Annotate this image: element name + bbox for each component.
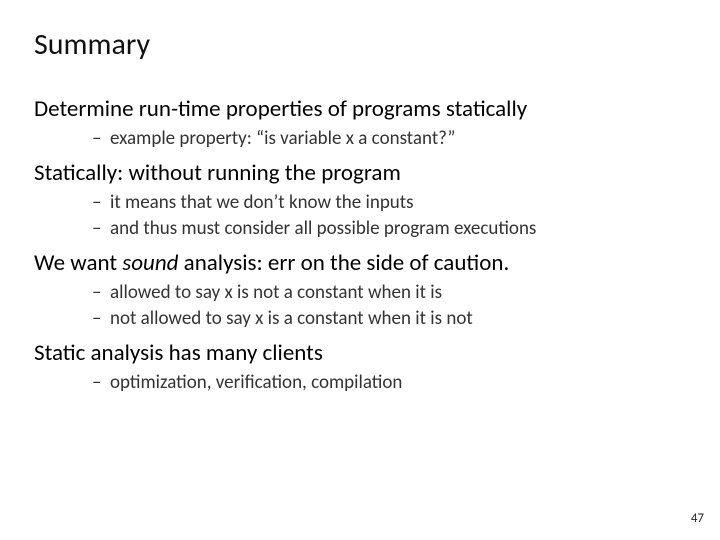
sub-list: it means that we don’t know the inputs a…	[92, 190, 686, 241]
slide-title: Summary	[34, 26, 686, 63]
sub-list: optimization, verification, compilation	[92, 370, 686, 396]
sub-bullet: optimization, verification, compilation	[92, 370, 686, 396]
sub-bullet: example property: “is variable x a const…	[92, 126, 686, 152]
sub-bullet: allowed to say x is not a constant when …	[92, 280, 686, 306]
italic-text: sound	[122, 249, 178, 277]
sub-bullet: and thus must consider all possible prog…	[92, 216, 686, 242]
sub-list: example property: “is variable x a const…	[92, 126, 686, 152]
bullet-point: Determine run-time properties of program…	[34, 95, 686, 124]
bullet-point: Static analysis has many clients	[34, 339, 686, 368]
page-number: 47	[691, 511, 704, 526]
text-run: We want	[34, 249, 122, 277]
sub-bullet: it means that we don’t know the inputs	[92, 190, 686, 216]
text-run: analysis: err on the side of caution.	[178, 249, 509, 277]
sub-bullet: not allowed to say x is a constant when …	[92, 306, 686, 332]
bullet-point: Statically: without running the program	[34, 159, 686, 188]
bullet-point: We want sound analysis: err on the side …	[34, 249, 686, 278]
sub-list: allowed to say x is not a constant when …	[92, 280, 686, 331]
